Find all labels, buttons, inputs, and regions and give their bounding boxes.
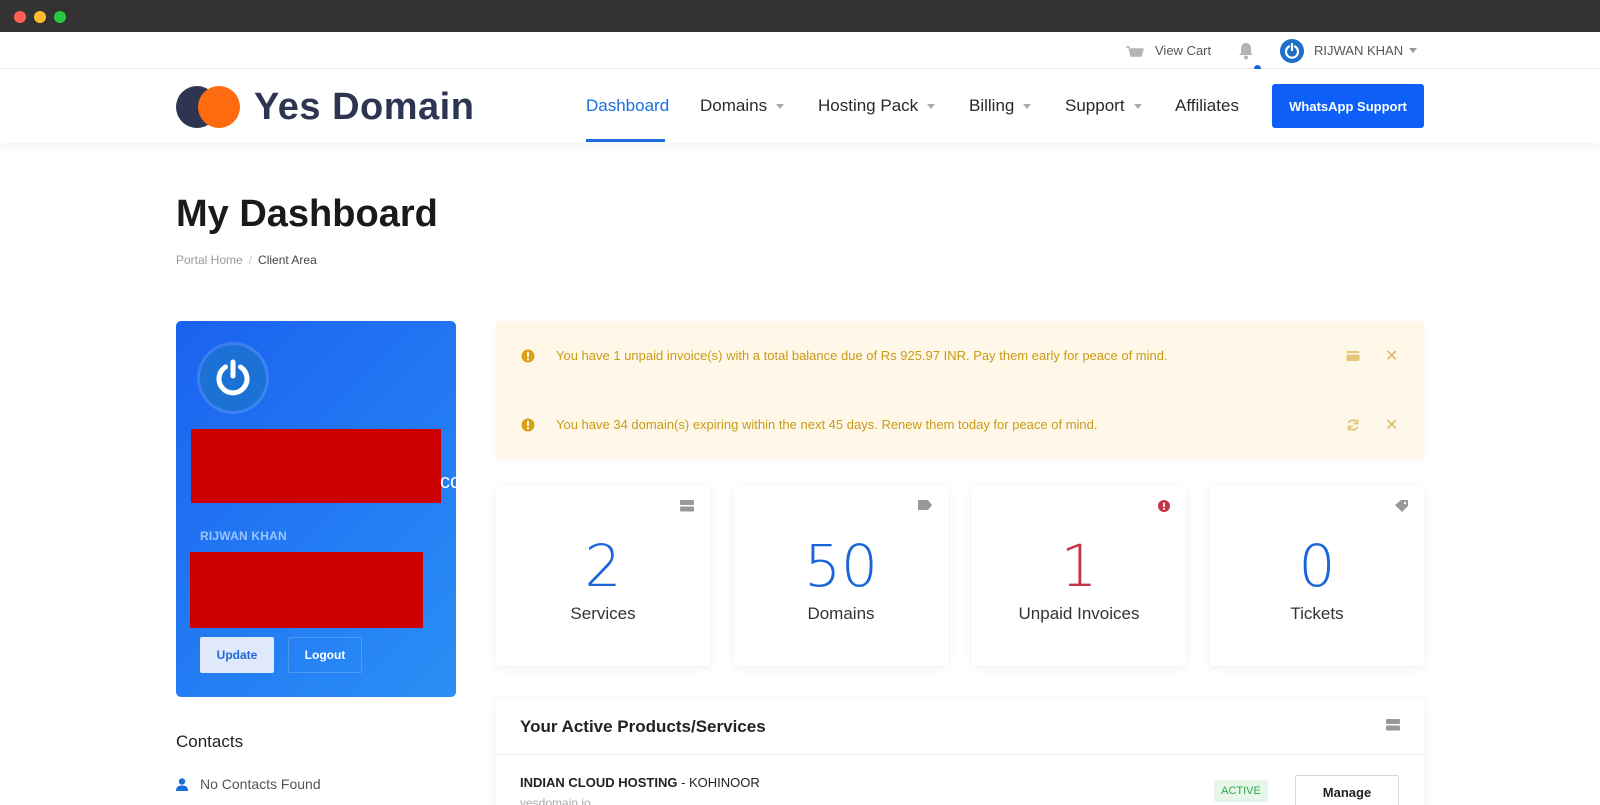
nav-hosting-pack[interactable]: Hosting Pack — [818, 69, 936, 143]
renew-icon[interactable] — [1346, 418, 1360, 432]
stat-tile-services[interactable]: 2 Services — [496, 486, 710, 666]
product-domain: yesdomain.io — [520, 796, 591, 805]
close-icon[interactable]: ✕ — [1385, 346, 1398, 366]
notifications-button[interactable] — [1238, 32, 1254, 69]
nav-affiliates[interactable]: Affiliates — [1175, 69, 1239, 143]
basket-icon — [1126, 45, 1144, 57]
stat-value: 0 — [1298, 532, 1336, 600]
tag-icon — [918, 500, 932, 510]
breadcrumb: Portal Home / Client Area — [176, 253, 317, 267]
view-cart-label: View Cart — [1155, 43, 1212, 58]
user-name: RIJWAN KHAN — [1314, 43, 1404, 58]
contacts-empty: No Contacts Found — [176, 776, 321, 792]
alert-unpaid-invoice: You have 1 unpaid invoice(s) with a tota… — [496, 321, 1424, 390]
stat-tile-tickets[interactable]: 0 Tickets — [1210, 486, 1424, 666]
alert-domains-expiring: You have 34 domain(s) expiring within th… — [496, 390, 1424, 459]
chevron-down-icon — [927, 103, 936, 109]
stat-label: Services — [570, 604, 636, 623]
logout-button[interactable]: Logout — [288, 637, 362, 673]
window-titlebar — [0, 0, 1600, 32]
minimize-window-button[interactable] — [34, 11, 46, 23]
manage-button[interactable]: Manage — [1295, 775, 1399, 805]
stat-value: 1 — [1060, 532, 1098, 600]
utility-bar: View Cart RIJWAN KHAN — [0, 32, 1600, 72]
panel-title: Your Active Products/Services — [520, 717, 766, 736]
panel-header: Your Active Products/Services — [496, 699, 1424, 755]
stat-label: Unpaid Invoices — [1018, 604, 1140, 623]
alert-icon — [1158, 500, 1170, 512]
maximize-window-button[interactable] — [54, 11, 66, 23]
breadcrumb-separator: / — [248, 253, 253, 267]
contacts-title: Contacts — [176, 732, 244, 751]
nav-domains[interactable]: Domains — [700, 69, 785, 143]
breadcrumb-portal-home[interactable]: Portal Home — [176, 253, 243, 267]
active-products-panel: Your Active Products/Services INDIAN CLO… — [496, 699, 1424, 805]
profile-avatar — [200, 345, 266, 411]
chevron-down-icon — [1409, 48, 1418, 53]
server-icon — [680, 500, 694, 512]
user-icon — [176, 777, 188, 791]
whatsapp-support-button[interactable]: WhatsApp Support — [1272, 84, 1424, 128]
warning-icon — [521, 349, 535, 362]
ticket-icon — [1395, 500, 1408, 512]
alert-message: You have 34 domain(s) expiring within th… — [556, 417, 1098, 432]
power-icon — [1284, 42, 1300, 59]
chevron-down-icon — [1023, 103, 1032, 109]
product-name: INDIAN CLOUD HOSTING - KOHINOOR — [520, 775, 760, 790]
logo-text: Yes Domain — [254, 85, 475, 128]
redacted-block — [190, 552, 423, 628]
redacted-block — [191, 429, 441, 503]
chevron-down-icon — [776, 103, 785, 109]
close-window-button[interactable] — [14, 11, 26, 23]
page-title: My Dashboard — [176, 193, 438, 235]
nav-billing[interactable]: Billing — [969, 69, 1032, 143]
stat-tile-unpaid-invoices[interactable]: 1 Unpaid Invoices — [972, 486, 1186, 666]
warning-icon — [521, 418, 535, 431]
stat-value: 2 — [584, 532, 622, 600]
wallet-icon[interactable] — [1346, 350, 1360, 362]
update-button[interactable]: Update — [200, 637, 274, 673]
stat-label: Domains — [807, 604, 875, 623]
nav-active-indicator — [586, 139, 665, 142]
user-menu[interactable]: RIJWAN KHAN — [1280, 32, 1418, 69]
breadcrumb-client-area: Client Area — [258, 253, 317, 267]
view-cart-link[interactable]: View Cart — [1125, 32, 1211, 69]
stat-label: Tickets — [1290, 604, 1344, 623]
close-icon[interactable]: ✕ — [1385, 415, 1398, 435]
chevron-down-icon — [1133, 103, 1142, 109]
bell-icon — [1239, 42, 1253, 59]
user-avatar — [1280, 38, 1304, 63]
nav-dashboard[interactable]: Dashboard — [586, 69, 669, 143]
nav-support[interactable]: Support — [1065, 69, 1142, 143]
logo[interactable]: Yes Domain — [176, 85, 474, 129]
stat-value: 50 — [804, 532, 878, 600]
profile-overflow-text: co — [440, 471, 456, 493]
profile-name: RIJWAN KHAN — [200, 529, 287, 543]
server-icon — [1386, 719, 1400, 731]
power-icon — [216, 359, 250, 396]
status-badge: ACTIVE — [1214, 780, 1268, 802]
profile-card: co RIJWAN KHAN Update Logout — [176, 321, 456, 697]
logo-icon — [176, 85, 240, 129]
stat-tile-domains[interactable]: 50 Domains — [734, 486, 948, 666]
alerts-panel: You have 1 unpaid invoice(s) with a tota… — [496, 321, 1424, 459]
alert-message: You have 1 unpaid invoice(s) with a tota… — [556, 348, 1168, 363]
